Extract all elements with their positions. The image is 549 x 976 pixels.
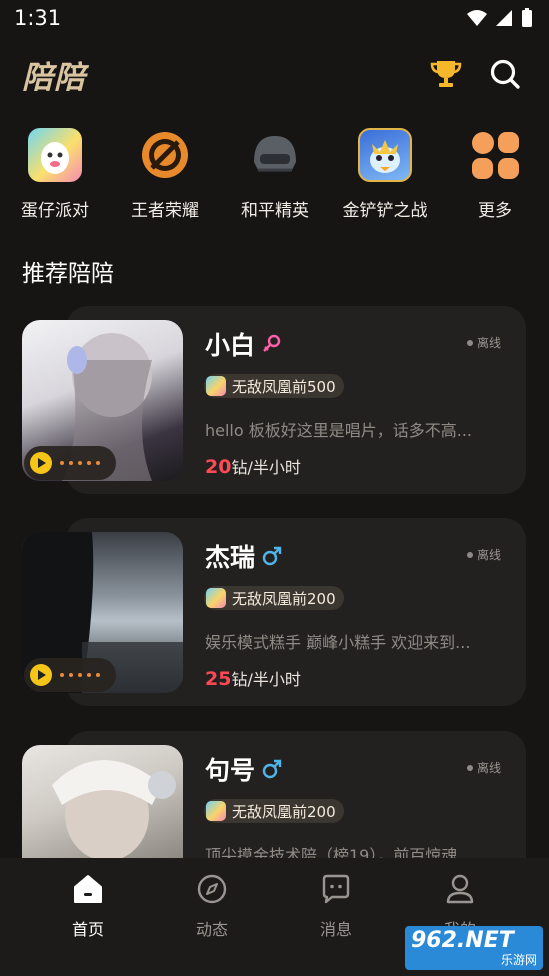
signal-icon: [496, 10, 512, 26]
companion-name: 杰瑞: [205, 538, 283, 574]
grid-more-icon: [468, 128, 522, 182]
user-icon: [446, 874, 474, 904]
price-value: 20: [205, 456, 232, 478]
status-badge: 离线: [467, 334, 501, 351]
eggy-party-icon: [206, 801, 226, 821]
status-dot: [467, 551, 473, 558]
waveform-dots: [60, 461, 100, 465]
status-dot: [467, 339, 473, 346]
rank-badge: 无敌凤凰前200: [204, 586, 344, 610]
game-item-peace-elite[interactable]: 和平精英: [220, 122, 330, 221]
male-icon: [262, 546, 282, 566]
chat-icon: [322, 874, 350, 904]
female-icon: [263, 334, 281, 352]
waveform-dots: [60, 673, 100, 677]
price: 25钻/半小时: [205, 666, 301, 690]
status-dot: [467, 764, 473, 771]
status-time: 1:31: [14, 6, 62, 30]
companion-description: 娱乐模式糕手 巅峰小糕手 欢迎来到...: [205, 633, 471, 652]
rank-text: 无敌凤凰前200: [232, 589, 336, 608]
price-value: 25: [205, 668, 232, 690]
home-icon: [74, 875, 102, 903]
wifi-icon: [467, 10, 487, 26]
game-label: 蛋仔派对: [21, 201, 89, 221]
tab-label: 消息: [319, 920, 352, 939]
status-badge: 离线: [467, 759, 501, 776]
play-icon: [30, 452, 52, 474]
game-item-more[interactable]: 更多: [440, 122, 549, 221]
game-category-row: 蛋仔派对 王者荣耀 和平精英 金铲铲之战 更多: [0, 122, 549, 222]
tab-label: 动态: [195, 920, 228, 939]
game-label: 更多: [478, 201, 512, 221]
price-unit: 钻/半小时: [231, 458, 301, 477]
status-text: 离线: [477, 761, 502, 775]
rank-badge: 无敌凤凰前500: [204, 374, 344, 398]
eggy-party-icon: [28, 128, 82, 182]
search-icon[interactable]: [488, 57, 522, 91]
golden-spatula-icon: [358, 128, 412, 182]
play-icon: [30, 664, 52, 686]
tab-feed[interactable]: 动态: [172, 872, 252, 940]
helmet-icon: [248, 128, 302, 182]
watermark-text: 962.NET: [411, 928, 514, 953]
companion-name-text: 句号: [205, 756, 256, 785]
rank-badge: 无敌凤凰前200: [204, 799, 344, 823]
rank-text: 无敌凤凰前200: [232, 802, 336, 821]
section-title: 推荐陪陪: [22, 261, 114, 287]
game-item-golden-spatula[interactable]: 金铲铲之战: [330, 122, 440, 221]
app-brand: 陪陪: [22, 60, 86, 96]
price-unit: 钻/半小时: [231, 670, 301, 689]
companion-name: 小白: [205, 326, 283, 362]
status-text: 离线: [477, 336, 502, 350]
rank-text: 无敌凤凰前500: [232, 377, 336, 396]
status-text: 离线: [477, 548, 502, 562]
tab-home[interactable]: 首页: [48, 872, 128, 940]
status-icons: [467, 8, 533, 28]
companion-name: 句号: [205, 751, 283, 787]
watermark-subtext: 乐游网: [500, 953, 537, 967]
tab-label: 首页: [71, 920, 104, 939]
trophy-icon[interactable]: [428, 56, 464, 92]
honor-of-kings-icon: [138, 128, 192, 182]
price: 20钻/半小时: [205, 454, 301, 478]
companion-photo[interactable]: [22, 745, 183, 858]
game-label: 王者荣耀: [131, 201, 199, 221]
game-item-eggy-party[interactable]: 蛋仔派对: [0, 122, 110, 221]
game-label: 金铲铲之战: [342, 201, 428, 221]
male-icon: [262, 759, 282, 779]
status-badge: 离线: [467, 546, 501, 563]
voice-intro-player[interactable]: [24, 446, 116, 480]
voice-intro-player[interactable]: [24, 658, 116, 692]
companion-name-text: 杰瑞: [205, 543, 256, 572]
battery-icon: [522, 8, 532, 27]
eggy-party-icon: [206, 376, 226, 396]
companion-name-text: 小白: [205, 331, 256, 360]
site-watermark-logo: 962.NET 乐游网: [405, 926, 543, 970]
compass-icon: [197, 874, 227, 904]
game-label: 和平精英: [241, 201, 309, 221]
tab-messages[interactable]: 消息: [296, 872, 376, 940]
game-item-honor-of-kings[interactable]: 王者荣耀: [110, 122, 220, 221]
eggy-party-icon: [206, 588, 226, 608]
companion-description: hello 板板好这里是唱片，话多不高...: [205, 421, 473, 440]
